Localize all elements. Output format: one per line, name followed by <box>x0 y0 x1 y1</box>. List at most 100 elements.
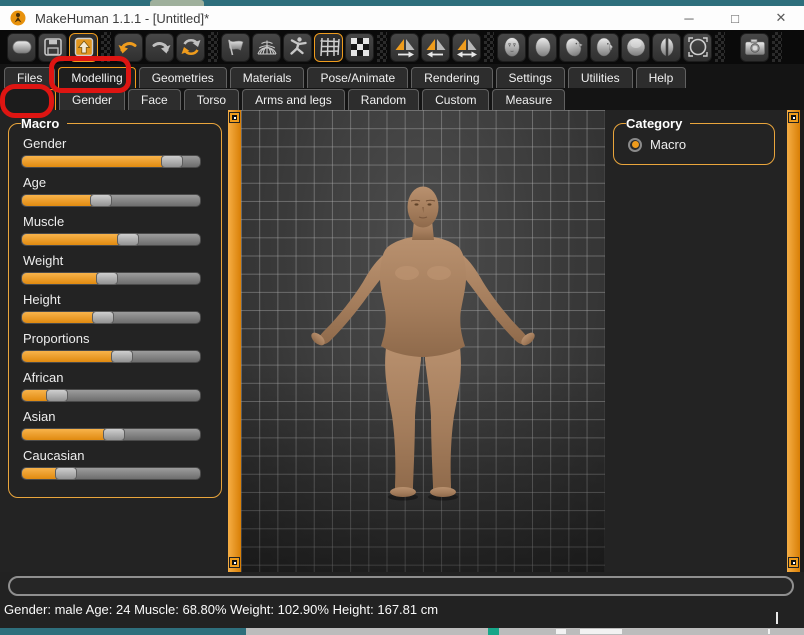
slider-handle-weight[interactable] <box>96 272 118 285</box>
view-front-button[interactable] <box>497 33 526 62</box>
pose-button[interactable] <box>283 33 312 62</box>
right-panel: Category Macro <box>605 110 787 572</box>
smooth-icon <box>224 35 248 59</box>
slider-gender[interactable] <box>21 155 201 168</box>
symmetry-left-button[interactable] <box>421 33 450 62</box>
wireframe-button[interactable] <box>252 33 281 62</box>
help-button[interactable]: ? <box>797 33 804 62</box>
maximize-button[interactable]: □ <box>712 6 758 30</box>
subtab-custom[interactable]: Custom <box>422 89 489 110</box>
subtab-arms-and-legs[interactable]: Arms and legs <box>242 89 345 110</box>
slider-handle-muscle[interactable] <box>117 233 139 246</box>
slider-caucasian[interactable] <box>21 467 201 480</box>
slider-fill <box>22 429 113 440</box>
minimize-button[interactable]: ─ <box>666 6 712 30</box>
tab-files[interactable]: Files <box>4 67 55 88</box>
wireframe-icon <box>255 35 279 59</box>
titlebar[interactable]: MakeHuman 1.1.1 - [Untitled]* ─ □ ✕ <box>0 6 804 30</box>
slider-asian[interactable] <box>21 428 201 441</box>
slider-handle-caucasian[interactable] <box>55 467 77 480</box>
save-button[interactable] <box>38 33 67 62</box>
slider-row-asian: Asian <box>21 409 211 441</box>
slider-label-proportions: Proportions <box>23 331 211 346</box>
subtab-main[interactable]: Main <box>4 89 56 110</box>
tab-help[interactable]: Help <box>636 67 687 88</box>
new-document-icon <box>10 35 34 59</box>
slider-label-caucasian: Caucasian <box>23 448 211 463</box>
undo-button[interactable] <box>114 33 143 62</box>
slider-handle-height[interactable] <box>92 311 114 324</box>
view-orbit-icon <box>686 35 710 59</box>
tab-pose-animate[interactable]: Pose/Animate <box>307 67 408 88</box>
scrollbar-bottom-knob[interactable] <box>788 557 799 568</box>
slider-label-weight: Weight <box>23 253 211 268</box>
redo-button[interactable] <box>145 33 174 62</box>
right-panel-scrollbar[interactable] <box>787 110 800 572</box>
taskbar-active-app-button[interactable] <box>0 628 246 635</box>
slider-fill <box>22 312 100 323</box>
slider-height[interactable] <box>21 311 201 324</box>
background-checker-icon <box>348 35 372 59</box>
view-back-button[interactable] <box>528 33 557 62</box>
tab-rendering[interactable]: Rendering <box>411 67 492 88</box>
tab-materials[interactable]: Materials <box>230 67 305 88</box>
toolbar-separator <box>772 32 782 62</box>
slider-handle-asian[interactable] <box>103 428 125 441</box>
close-button[interactable]: ✕ <box>758 6 804 30</box>
subtab-face[interactable]: Face <box>128 89 181 110</box>
slider-african[interactable] <box>21 389 201 402</box>
slider-fill <box>22 273 106 284</box>
slider-muscle[interactable] <box>21 233 201 246</box>
smooth-button[interactable] <box>221 33 250 62</box>
scrollbar-top-knob[interactable] <box>229 112 240 123</box>
view-split-button[interactable] <box>652 33 681 62</box>
radio-option-macro[interactable]: Macro <box>628 137 764 152</box>
slider-handle-proportions[interactable] <box>111 350 133 363</box>
slider-handle-age[interactable] <box>90 194 112 207</box>
subtab-gender[interactable]: Gender <box>59 89 125 110</box>
human-model[interactable] <box>303 180 543 510</box>
taskbar-app-icon[interactable] <box>488 628 499 635</box>
view-top-button[interactable] <box>621 33 650 62</box>
view-back-icon <box>531 35 555 59</box>
left-panel-scrollbar[interactable] <box>228 110 241 572</box>
subtab-measure[interactable]: Measure <box>492 89 565 110</box>
slider-fill <box>22 156 179 167</box>
tab-geometries[interactable]: Geometries <box>139 67 227 88</box>
symmetry-both-icon <box>455 35 479 59</box>
subtab-torso[interactable]: Torso <box>184 89 239 110</box>
slider-handle-african[interactable] <box>46 389 68 402</box>
subtab-random[interactable]: Random <box>348 89 419 110</box>
symmetry-right-button[interactable] <box>390 33 419 62</box>
slider-weight[interactable] <box>21 272 201 285</box>
new-document-button[interactable] <box>7 33 36 62</box>
scrollbar-top-knob[interactable] <box>788 112 799 123</box>
scrollbar-bottom-knob[interactable] <box>229 557 240 568</box>
grab-screenshot-icon <box>743 35 767 59</box>
view-orbit-button[interactable] <box>683 33 712 62</box>
tab-utilities[interactable]: Utilities <box>568 67 633 88</box>
view-profile-icon <box>593 35 617 59</box>
slider-proportions[interactable] <box>21 350 201 363</box>
progress-bar <box>8 576 794 596</box>
tab-modelling[interactable]: Modelling <box>58 67 135 88</box>
grid-button[interactable] <box>314 33 343 62</box>
slider-handle-gender[interactable] <box>161 155 183 168</box>
window-title: MakeHuman 1.1.1 - [Untitled]* <box>35 11 209 26</box>
viewport-3d[interactable] <box>241 110 605 572</box>
load-button[interactable] <box>69 33 98 62</box>
symmetry-both-button[interactable] <box>452 33 481 62</box>
view-profile-button[interactable] <box>590 33 619 62</box>
grab-screenshot-button[interactable] <box>740 33 769 62</box>
redo-icon <box>148 35 172 59</box>
reset-button[interactable] <box>176 33 205 62</box>
slider-label-gender: Gender <box>23 136 211 151</box>
background-checker-button[interactable] <box>345 33 374 62</box>
undo-icon <box>117 35 141 59</box>
taskbar-shape <box>556 629 566 634</box>
view-three-quarter-button[interactable] <box>559 33 588 62</box>
slider-row-caucasian: Caucasian <box>21 448 211 480</box>
bottom-zone: Gender: male Age: 24 Muscle: 68.80% Weig… <box>0 572 804 628</box>
slider-age[interactable] <box>21 194 201 207</box>
tab-settings[interactable]: Settings <box>496 67 565 88</box>
